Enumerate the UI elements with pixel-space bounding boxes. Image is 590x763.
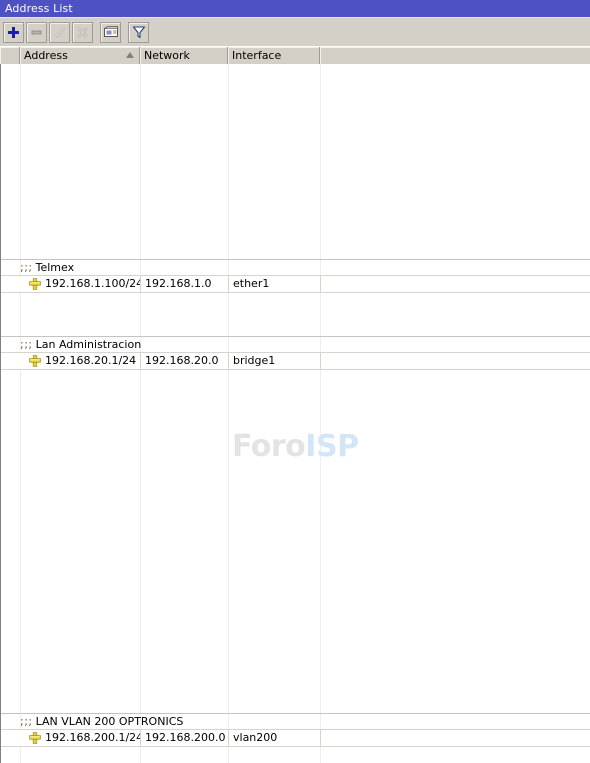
- cell-interface[interactable]: vlan200: [229, 730, 321, 746]
- disable-button[interactable]: [72, 21, 93, 43]
- grid-empty-space-mid-2: [1, 370, 590, 713]
- cell-filler[interactable]: [321, 353, 590, 369]
- table-row[interactable]: 192.168.200.1/24 192.168.200.0 vlan200: [1, 729, 590, 747]
- comment-icon: [103, 26, 118, 38]
- cell-interface[interactable]: ether1: [229, 276, 321, 292]
- comment-button[interactable]: [100, 21, 121, 43]
- enable-button[interactable]: [49, 21, 70, 43]
- column-header-filler[interactable]: [320, 47, 590, 65]
- address-icon: [29, 732, 41, 744]
- comment-prefix: ;;;: [20, 715, 33, 728]
- row-grip[interactable]: [1, 276, 21, 292]
- cell-filler[interactable]: [321, 730, 590, 746]
- column-header-address-label: Address: [24, 48, 68, 62]
- grid-empty-space-mid-1: [1, 293, 590, 336]
- cross-icon: [76, 26, 89, 39]
- comment-row[interactable]: ;;; Telmex: [1, 260, 590, 275]
- toolbar: [0, 17, 590, 46]
- column-header-network[interactable]: Network: [140, 47, 228, 65]
- cell-interface[interactable]: bridge1: [229, 353, 321, 369]
- plus-icon: [7, 26, 20, 39]
- address-icon: [29, 278, 41, 290]
- table-row[interactable]: 192.168.1.100/24 192.168.1.0 ether1: [1, 275, 590, 293]
- table-row[interactable]: 192.168.20.1/24 192.168.20.0 bridge1: [1, 352, 590, 370]
- minus-icon: [30, 26, 43, 39]
- comment-text: Telmex: [35, 261, 75, 274]
- add-button[interactable]: [3, 21, 24, 43]
- column-header-interface[interactable]: Interface: [228, 47, 320, 65]
- window-titlebar: Address List: [0, 0, 590, 17]
- cell-network[interactable]: 192.168.200.0: [141, 730, 229, 746]
- check-icon: [53, 26, 67, 39]
- column-header-grip[interactable]: [0, 47, 20, 65]
- window-title: Address List: [5, 2, 73, 15]
- comment-text: Lan Administracion: [35, 338, 142, 351]
- cell-network[interactable]: 192.168.1.0: [141, 276, 229, 292]
- address-icon: [29, 355, 41, 367]
- cell-address[interactable]: 192.168.1.100/24: [21, 276, 141, 292]
- grid-empty-space-bottom: [1, 747, 590, 763]
- column-header-interface-label: Interface: [232, 48, 282, 62]
- cell-address[interactable]: 192.168.20.1/24: [21, 353, 141, 369]
- row-grip[interactable]: [1, 353, 21, 369]
- cell-network[interactable]: 192.168.20.0: [141, 353, 229, 369]
- cell-address-text: 192.168.1.100/24: [45, 277, 141, 290]
- cell-address[interactable]: 192.168.200.1/24: [21, 730, 141, 746]
- grid-rows: ;;; Telmex 192.168.1.100/24 192.168.1.0 …: [1, 64, 590, 763]
- comment-row[interactable]: ;;; Lan Administracion: [1, 337, 590, 352]
- table-column-header: Address Network Interface: [0, 46, 590, 65]
- remove-button[interactable]: [26, 21, 47, 43]
- comment-row[interactable]: ;;; LAN VLAN 200 OPTRONICS: [1, 714, 590, 729]
- funnel-icon: [132, 25, 146, 39]
- comment-text: LAN VLAN 200 OPTRONICS: [35, 715, 184, 728]
- cell-address-text: 192.168.200.1/24: [45, 731, 141, 744]
- comment-prefix: ;;;: [20, 261, 33, 274]
- row-grip[interactable]: [1, 730, 21, 746]
- address-list-window: Address List Address Network Interface F…: [0, 0, 590, 763]
- comment-prefix: ;;;: [20, 338, 33, 351]
- cell-address-text: 192.168.20.1/24: [45, 354, 137, 367]
- grid-empty-space-top: [1, 64, 590, 259]
- filter-button[interactable]: [128, 21, 149, 43]
- address-list-grid[interactable]: ForoISP ;;; Telmex 192.168.1.100/24 192.…: [0, 64, 590, 763]
- column-header-address[interactable]: Address: [20, 47, 140, 65]
- sort-ascending-icon: [126, 52, 134, 58]
- cell-filler[interactable]: [321, 276, 590, 292]
- column-header-network-label: Network: [144, 48, 190, 62]
